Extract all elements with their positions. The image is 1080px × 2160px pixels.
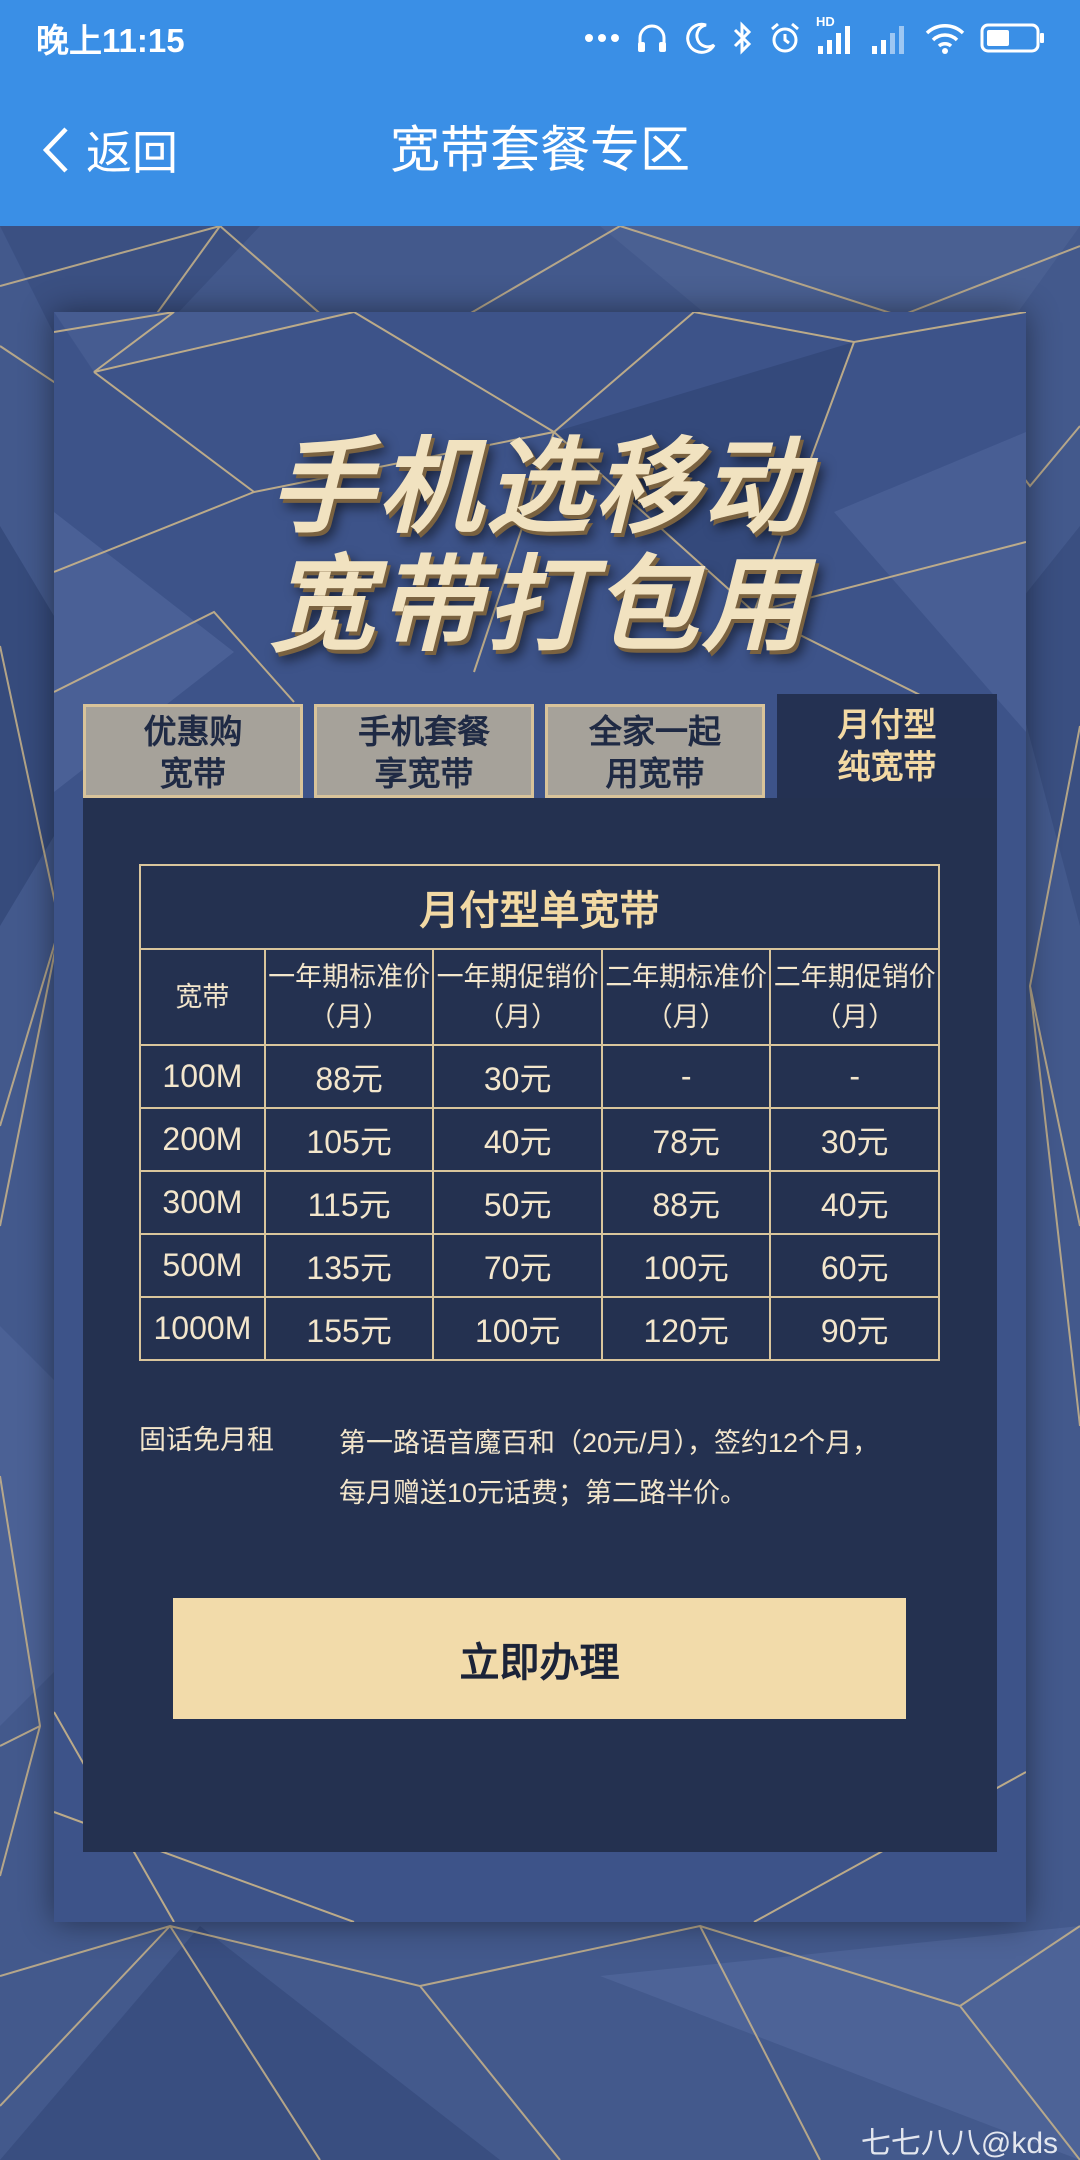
table-cell: 300M — [139, 1170, 266, 1235]
table-cell: 88元 — [263, 1044, 435, 1109]
tab-family-broadband[interactable]: 全家一起 用宽带 — [545, 704, 765, 798]
table-cell: 500M — [139, 1233, 266, 1298]
table-cell: 30元 — [769, 1107, 940, 1172]
battery-icon — [980, 23, 1044, 53]
table-cell: 135元 — [263, 1233, 435, 1298]
table-cell: - — [769, 1044, 940, 1109]
table-cell: 30元 — [432, 1044, 603, 1109]
table-cell: 70元 — [432, 1233, 603, 1298]
tab-label-line2: 享宽带 — [374, 755, 474, 792]
table-cell: 88元 — [600, 1170, 772, 1235]
headline-line2: 宽带打包用 — [269, 544, 810, 666]
note-text: 第一路语音魔百和（20元/月），签约12个月，每月赠送10元话费；第二路半价。 — [339, 1428, 880, 1508]
tab-monthly-pure-broadband[interactable]: 月付型 纯宽带 — [777, 694, 997, 798]
column-header: 一年期促销价（月） — [432, 948, 603, 1046]
status-time: 晚上11:15 — [36, 22, 185, 59]
alarm-icon — [771, 22, 799, 53]
table-cell: 100元 — [600, 1233, 772, 1298]
tab-label-line2: 宽带 — [160, 755, 226, 792]
table-row: 300M 115元 50元 88元 40元 — [139, 1170, 940, 1235]
column-header: 一年期标准价（月） — [263, 948, 435, 1046]
tab-label-line1: 月付型 — [837, 706, 937, 743]
wifi-icon — [925, 24, 965, 54]
tab-label-line2: 用宽带 — [605, 755, 705, 792]
column-header: 二年期促销价（月） — [769, 948, 940, 1046]
promo-poster: 手机选移动 宽带打包用 优惠购 宽带 手机套餐 享宽带 全家一起 用宽带 月付型… — [54, 312, 1026, 1922]
table-row: 200M 105元 40元 78元 30元 — [139, 1107, 940, 1172]
table-cell: 120元 — [600, 1296, 772, 1361]
bluetooth-icon — [733, 21, 752, 55]
tab-phone-plan-broadband[interactable]: 手机套餐 享宽带 — [314, 704, 534, 798]
table-cell: 90元 — [769, 1296, 940, 1361]
header: 返回 宽带套餐专区 — [0, 76, 1080, 226]
table-cell: 100M — [139, 1044, 266, 1109]
price-table: 月付型单宽带 宽带 一年期标准价（月） 一年期促销价（月） 二年期标准价（月） … — [139, 864, 940, 1361]
headphones-icon — [638, 24, 666, 52]
apply-now-button[interactable]: 立即办理 — [173, 1598, 906, 1719]
moon-icon — [686, 22, 716, 54]
table-row: 1000M 155元 100元 120元 90元 — [139, 1296, 940, 1361]
table-cell: 1000M — [139, 1296, 266, 1361]
page-title: 宽带套餐专区 — [390, 122, 690, 178]
tab-label-line1: 手机套餐 — [358, 713, 490, 750]
status-bar: 晚上11:15 HD — [0, 0, 1080, 76]
hd-signal-icon: HD — [816, 14, 856, 56]
tab-label-line1: 优惠购 — [143, 713, 243, 750]
note-label: 固话免月租 — [139, 1425, 274, 1455]
column-header: 宽带 — [139, 948, 266, 1046]
table-cell: 40元 — [432, 1107, 603, 1172]
table-cell: 105元 — [263, 1107, 435, 1172]
tab-bar: 优惠购 宽带 手机套餐 享宽带 全家一起 用宽带 月付型 纯宽带 — [83, 694, 997, 798]
table-cell: 50元 — [432, 1170, 603, 1235]
table-header-row: 宽带 一年期标准价（月） 一年期促销价（月） 二年期标准价（月） 二年期促销价（… — [139, 948, 940, 1046]
more-dots-icon — [585, 34, 619, 42]
watermark: 七七八八@kds — [860, 2127, 1058, 2160]
table-row: 500M 135元 70元 100元 60元 — [139, 1233, 940, 1298]
signal-icon — [872, 26, 904, 54]
table-cell: 155元 — [263, 1296, 435, 1361]
table-cell: 60元 — [769, 1233, 940, 1298]
table-cell: 40元 — [769, 1170, 940, 1235]
table-cell: 100元 — [432, 1296, 603, 1361]
table-cell: 78元 — [600, 1107, 772, 1172]
table-cell: 200M — [139, 1107, 266, 1172]
table-title: 月付型单宽带 — [139, 864, 940, 950]
column-header: 二年期标准价（月） — [600, 948, 772, 1046]
tab-discount-broadband[interactable]: 优惠购 宽带 — [83, 704, 303, 798]
tab-label-line2: 纯宽带 — [837, 748, 937, 785]
table-cell: - — [600, 1044, 772, 1109]
table-cell: 115元 — [263, 1170, 435, 1235]
table-row: 100M 88元 30元 - - — [139, 1044, 940, 1109]
tab-label-line1: 全家一起 — [589, 713, 721, 750]
status-icons: HD — [584, 14, 1046, 56]
